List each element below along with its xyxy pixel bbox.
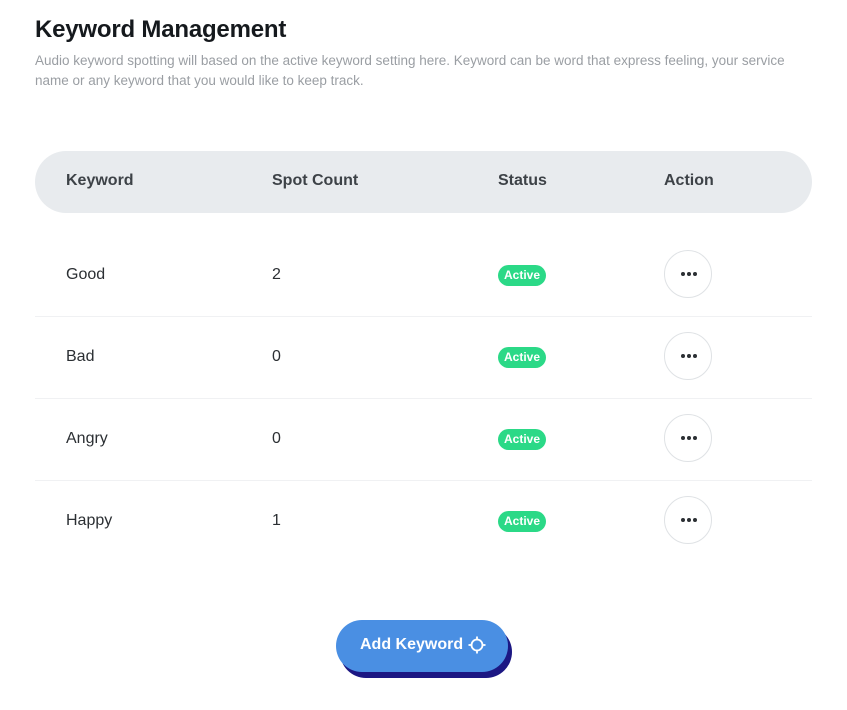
spot-count-cell: 2: [272, 266, 281, 283]
more-horizontal-icon: [681, 354, 697, 358]
spot-count-cell: 0: [272, 348, 281, 365]
more-horizontal-icon: [681, 272, 697, 276]
status-badge: Active: [498, 429, 547, 450]
table-row: Angry 0 Active: [35, 399, 812, 481]
more-horizontal-icon: [681, 518, 697, 522]
table-row: Happy 1 Active: [35, 481, 812, 562]
row-action-button[interactable]: [664, 496, 712, 544]
keyword-cell: Bad: [66, 348, 95, 365]
status-badge: Active: [498, 511, 547, 532]
column-header-keyword: Keyword: [66, 172, 134, 189]
row-action-button[interactable]: [664, 250, 712, 298]
table-row: Bad 0 Active: [35, 317, 812, 399]
crosshair-icon: [468, 636, 486, 654]
keyword-cell: Good: [66, 266, 106, 283]
add-keyword-button-wrapper: Add Keyword: [336, 620, 512, 678]
row-action-button[interactable]: [664, 332, 712, 380]
column-header-action: Action: [664, 172, 714, 189]
spot-count-cell: 1: [272, 512, 281, 529]
keyword-table-body: Good 2 Active Bad 0 Active Angry 0 Activ…: [35, 235, 812, 562]
column-header-status: Status: [498, 172, 547, 189]
keyword-cell: Happy: [66, 512, 113, 529]
column-header-spot-count: Spot Count: [272, 172, 359, 189]
more-horizontal-icon: [681, 436, 697, 440]
table-row: Good 2 Active: [35, 235, 812, 317]
add-keyword-label: Add Keyword: [360, 636, 464, 653]
status-badge: Active: [498, 347, 547, 368]
spot-count-cell: 0: [272, 430, 281, 447]
page-title: Keyword Management: [35, 16, 287, 43]
add-keyword-button[interactable]: Add Keyword: [336, 620, 508, 672]
table-header: Keyword Spot Count Status Action: [35, 151, 812, 213]
status-badge: Active: [498, 265, 547, 286]
keyword-cell: Angry: [66, 430, 108, 447]
row-action-button[interactable]: [664, 414, 712, 462]
page-description: Audio keyword spotting will based on the…: [35, 53, 785, 88]
